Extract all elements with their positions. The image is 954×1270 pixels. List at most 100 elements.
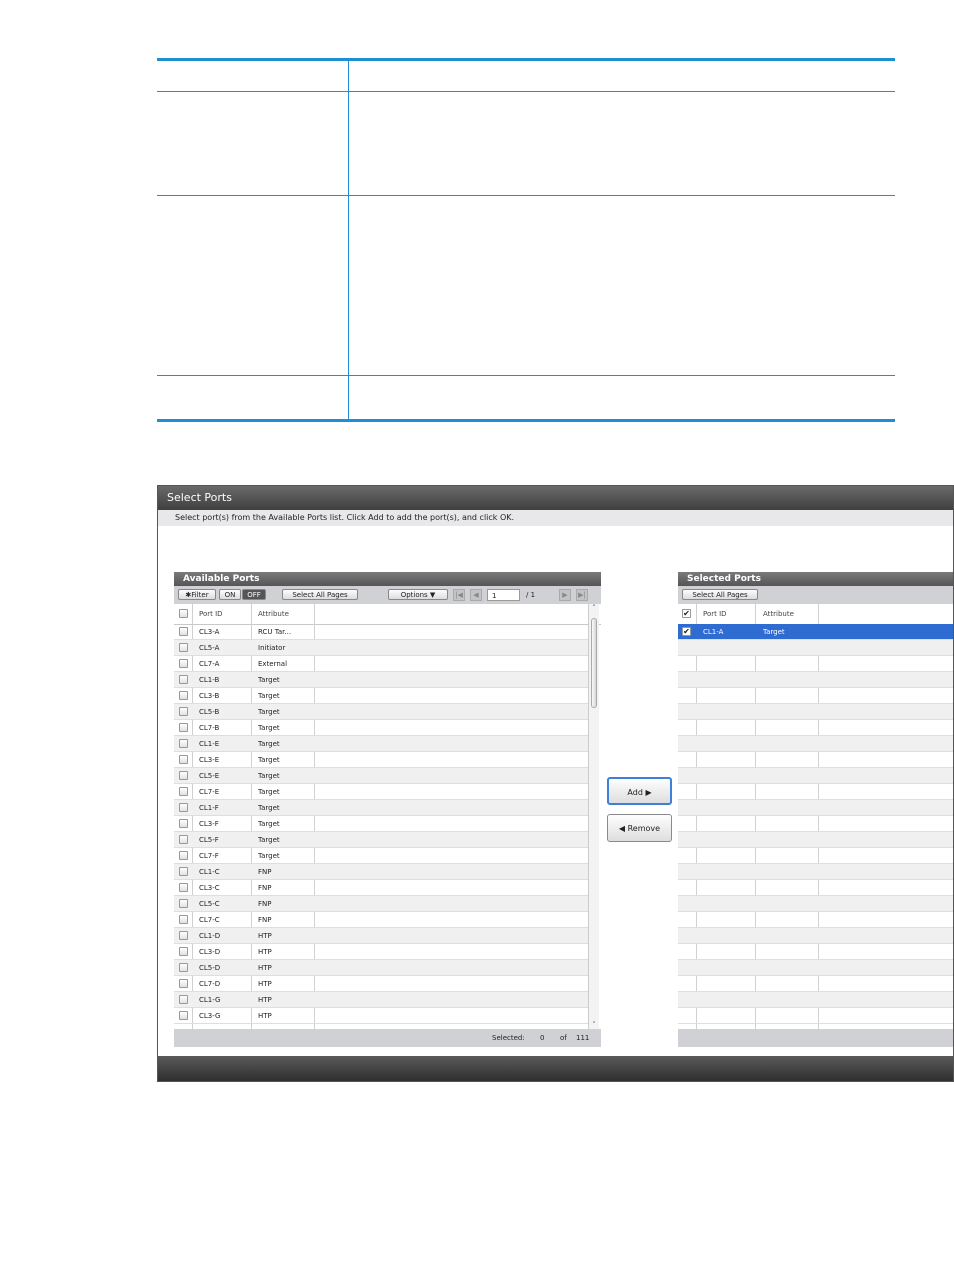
table-row[interactable] [678, 976, 953, 992]
row-checkbox[interactable] [179, 883, 188, 892]
table-row[interactable]: CL7-D HTP [174, 976, 588, 992]
table-row[interactable]: ✔ CL1-A Target [678, 624, 953, 640]
table-row[interactable]: CL5-E Target [174, 768, 588, 784]
table-row[interactable]: CL3-G HTP [174, 1008, 588, 1024]
table-row[interactable] [678, 912, 953, 928]
row-checkbox[interactable] [179, 659, 188, 668]
table-row[interactable]: CL3-E Target [174, 752, 588, 768]
row-checkbox[interactable] [179, 675, 188, 684]
table-row[interactable]: CL1-B Target [174, 672, 588, 688]
table-row[interactable] [678, 640, 953, 656]
vertical-scrollbar[interactable]: ˄ ˅ [588, 604, 599, 1029]
selected-toolbar: Select All Pages [678, 586, 953, 604]
table-row[interactable] [678, 800, 953, 816]
table-row[interactable]: CL5-A Initiator [174, 640, 588, 656]
row-checkbox[interactable] [179, 787, 188, 796]
row-checkbox[interactable] [179, 1011, 188, 1020]
table-row[interactable]: CL5-F Target [174, 832, 588, 848]
table-row[interactable] [678, 688, 953, 704]
table-row[interactable]: CL1-G HTP [174, 992, 588, 1008]
row-checkbox[interactable] [179, 739, 188, 748]
row-checkbox[interactable] [179, 947, 188, 956]
table-row[interactable] [678, 832, 953, 848]
table-row[interactable]: CL7-F Target [174, 848, 588, 864]
table-row[interactable]: CL1-C FNP [174, 864, 588, 880]
column-header-attribute[interactable]: Attribute [258, 604, 289, 624]
row-checkbox[interactable] [179, 979, 188, 988]
table-row[interactable] [678, 944, 953, 960]
filter-off-button[interactable]: OFF [242, 589, 266, 600]
scroll-down-icon[interactable]: ˅ [589, 1021, 599, 1029]
select-all-pages-button[interactable]: Select All Pages [282, 589, 358, 600]
table-row[interactable]: CL3-A RCU Tar... [174, 624, 588, 640]
table-row[interactable] [678, 816, 953, 832]
page-number-input[interactable]: 1 [487, 589, 520, 601]
remove-button[interactable]: ◀ Remove [607, 814, 672, 842]
row-checkbox[interactable] [179, 723, 188, 732]
row-checkbox[interactable] [179, 755, 188, 764]
column-header-port-id[interactable]: Port ID [199, 604, 223, 624]
table-row[interactable] [678, 896, 953, 912]
table-row[interactable] [678, 880, 953, 896]
table-row[interactable]: CL7-C FNP [174, 912, 588, 928]
table-row[interactable] [678, 752, 953, 768]
options-dropdown[interactable]: Options ▼ [388, 589, 448, 600]
table-row[interactable] [678, 992, 953, 1008]
column-header-attribute[interactable]: Attribute [763, 604, 794, 624]
row-checkbox[interactable] [179, 771, 188, 780]
table-row[interactable]: CL5-B Target [174, 704, 588, 720]
table-row[interactable] [678, 848, 953, 864]
table-row[interactable] [678, 928, 953, 944]
table-row[interactable]: CL5-D HTP [174, 960, 588, 976]
row-checkbox[interactable] [179, 691, 188, 700]
table-row[interactable] [678, 960, 953, 976]
add-button[interactable]: Add ▶ [607, 777, 672, 805]
table-row[interactable] [678, 768, 953, 784]
table-row[interactable]: CL7-E Target [174, 784, 588, 800]
table-row[interactable]: CL7-A External [174, 656, 588, 672]
row-checkbox[interactable] [179, 643, 188, 652]
table-row[interactable]: CL1-F Target [174, 800, 588, 816]
table-row[interactable] [678, 736, 953, 752]
table-row[interactable]: CL7-B Target [174, 720, 588, 736]
select-all-checkbox[interactable] [179, 609, 188, 618]
table-row[interactable] [678, 656, 953, 672]
row-checkbox[interactable] [179, 915, 188, 924]
row-checkbox[interactable] [179, 707, 188, 716]
table-row[interactable] [678, 720, 953, 736]
row-checkbox[interactable] [179, 851, 188, 860]
prev-page-icon[interactable]: ◀ [470, 589, 482, 601]
column-header-port-id[interactable]: Port ID [703, 604, 727, 624]
table-row[interactable]: CL3-F Target [174, 816, 588, 832]
table-row[interactable]: CL3-C FNP [174, 880, 588, 896]
table-row[interactable] [678, 864, 953, 880]
row-checkbox[interactable] [179, 995, 188, 1004]
table-row[interactable]: CL1-D HTP [174, 928, 588, 944]
table-row[interactable] [678, 784, 953, 800]
table-row[interactable] [678, 704, 953, 720]
next-page-icon[interactable]: ▶ [559, 589, 571, 601]
table-row[interactable]: CL1-E Target [174, 736, 588, 752]
row-checkbox[interactable] [179, 819, 188, 828]
select-all-checkbox[interactable]: ✔ [682, 609, 691, 618]
scrollbar-thumb[interactable] [591, 618, 597, 708]
table-row[interactable] [678, 1008, 953, 1024]
row-checkbox[interactable] [179, 835, 188, 844]
last-page-icon[interactable]: ▶| [576, 589, 588, 601]
table-row[interactable] [678, 672, 953, 688]
row-checkbox[interactable] [179, 627, 188, 636]
row-checkbox[interactable] [179, 931, 188, 940]
filter-button[interactable]: ✱Filter [178, 589, 216, 600]
table-row[interactable]: CL3-D HTP [174, 944, 588, 960]
table-row[interactable]: CL5-C FNP [174, 896, 588, 912]
select-all-pages-button[interactable]: Select All Pages [682, 589, 758, 600]
filter-on-button[interactable]: ON [219, 589, 241, 600]
first-page-icon[interactable]: |◀ [453, 589, 465, 601]
table-row[interactable]: CL3-B Target [174, 688, 588, 704]
row-checkbox[interactable]: ✔ [682, 627, 691, 636]
row-checkbox[interactable] [179, 899, 188, 908]
row-checkbox[interactable] [179, 803, 188, 812]
row-checkbox[interactable] [179, 867, 188, 876]
row-checkbox[interactable] [179, 963, 188, 972]
scroll-up-icon[interactable]: ˄ [589, 604, 599, 612]
